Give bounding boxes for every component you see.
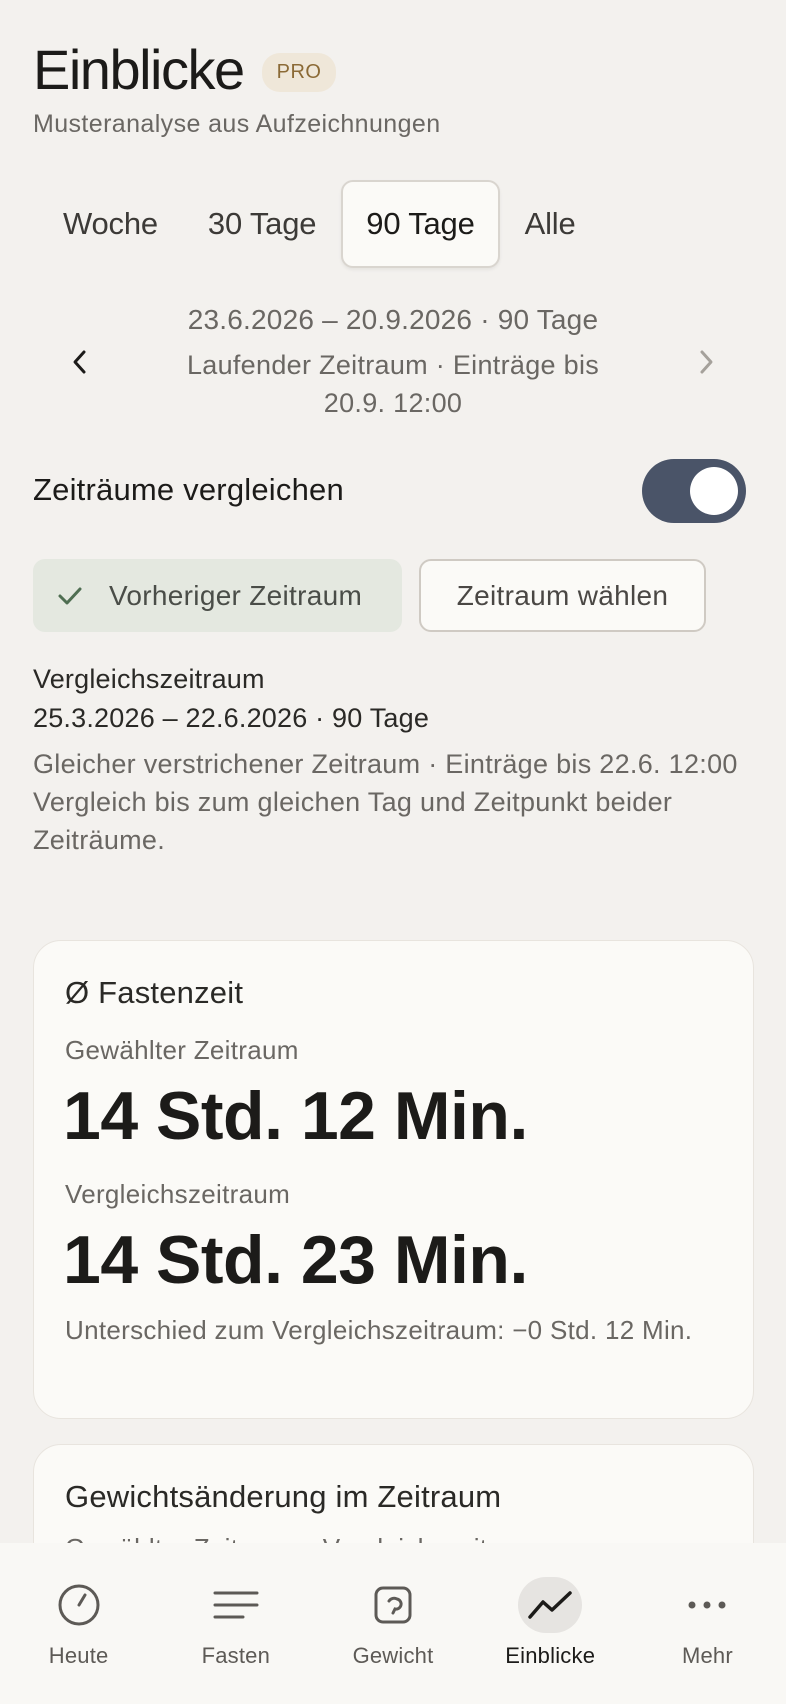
nav-item-heute[interactable]: Heute bbox=[0, 1543, 157, 1704]
comparison-note-line2: Vergleich bis zum gleichen Tag und Zeitp… bbox=[33, 787, 673, 855]
more-icon bbox=[675, 1577, 739, 1633]
comparison-period-value: 14 Std. 23 Min. bbox=[63, 1222, 528, 1298]
scale-icon bbox=[361, 1577, 425, 1633]
tab-week[interactable]: Woche bbox=[38, 180, 183, 268]
comparison-period-range: 25.3.2026 – 22.6.2026 · 90 Tage bbox=[33, 703, 430, 733]
difference-text: Unterschied zum Vergleichszeitraum: −0 S… bbox=[65, 1315, 693, 1345]
date-range-status-line1: Laufender Zeitraum · Einträge bis bbox=[186, 350, 600, 380]
nav-item-gewicht[interactable]: Gewicht bbox=[314, 1543, 471, 1704]
nav-label: Heute bbox=[48, 1643, 109, 1668]
bottom-navigation: Heute Fasten Gewicht Einblicke Mehr bbox=[0, 1543, 786, 1704]
check-icon bbox=[55, 581, 85, 611]
trend-icon bbox=[518, 1577, 583, 1633]
chevron-right-icon bbox=[700, 350, 713, 374]
tab-90-days[interactable]: 90 Tage bbox=[341, 180, 500, 268]
previous-period-button[interactable] bbox=[58, 340, 102, 384]
next-period-button[interactable] bbox=[684, 340, 728, 384]
nav-label: Einblicke bbox=[505, 1643, 596, 1668]
comparison-period-value-label: Vergleichszeitraum bbox=[65, 1179, 291, 1209]
date-range: 23.6.2026 – 20.9.2026 · 90 Tage Laufende… bbox=[140, 298, 646, 422]
page-subtitle: Musteranalyse aus Aufzeichnungen bbox=[33, 110, 441, 138]
date-range-status: Laufender Zeitraum · Einträge bis 20.9. … bbox=[140, 346, 646, 422]
toggle-knob bbox=[690, 467, 738, 515]
tab-30-days[interactable]: 30 Tage bbox=[183, 180, 341, 268]
selected-period-label: Gewählter Zeitraum bbox=[65, 1035, 299, 1065]
comparison-note-line1: Gleicher verstrichener Zeitraum · Einträ… bbox=[33, 749, 738, 779]
card-title: Ø Fastenzeit bbox=[65, 975, 244, 1010]
previous-period-chip[interactable]: Vorheriger Zeitraum bbox=[33, 559, 402, 632]
nav-label: Fasten bbox=[201, 1643, 271, 1668]
nav-item-fasten[interactable]: Fasten bbox=[157, 1543, 314, 1704]
nav-label: Gewicht bbox=[352, 1643, 434, 1668]
selected-period-value: 14 Std. 12 Min. bbox=[63, 1078, 528, 1154]
pro-badge: PRO bbox=[261, 52, 337, 92]
comparison-note: Gleicher verstrichener Zeitraum · Einträ… bbox=[33, 745, 753, 859]
card-title: Gewichtsänderung im Zeitraum bbox=[65, 1479, 502, 1514]
page-title: Einblicke bbox=[33, 38, 245, 101]
average-fasting-card: Ø Fastenzeit Gewählter Zeitraum 14 Std. … bbox=[33, 940, 754, 1419]
header: Einblicke PRO bbox=[33, 36, 337, 104]
tab-all[interactable]: Alle bbox=[500, 180, 601, 268]
lines-icon bbox=[204, 1577, 268, 1633]
date-range-label: 23.6.2026 – 20.9.2026 · 90 Tage bbox=[187, 304, 599, 335]
choose-period-chip[interactable]: Zeitraum wählen bbox=[419, 559, 706, 632]
nav-label: Mehr bbox=[681, 1643, 733, 1668]
insights-screen: Einblicke PRO Musteranalyse aus Aufzeich… bbox=[0, 0, 786, 1704]
nav-item-einblicke[interactable]: Einblicke bbox=[472, 1543, 629, 1704]
chevron-left-icon bbox=[73, 350, 86, 374]
compare-label: Zeiträume vergleichen bbox=[33, 472, 344, 507]
compare-toggle[interactable] bbox=[642, 459, 746, 523]
clock-icon bbox=[47, 1577, 111, 1633]
nav-item-mehr[interactable]: Mehr bbox=[629, 1543, 786, 1704]
date-range-status-line2: 20.9. 12:00 bbox=[323, 388, 463, 418]
period-tabs: Woche 30 Tage 90 Tage Alle bbox=[38, 180, 601, 268]
previous-period-chip-label: Vorheriger Zeitraum bbox=[109, 579, 363, 611]
comparison-period-label: Vergleichszeitraum bbox=[33, 664, 265, 694]
